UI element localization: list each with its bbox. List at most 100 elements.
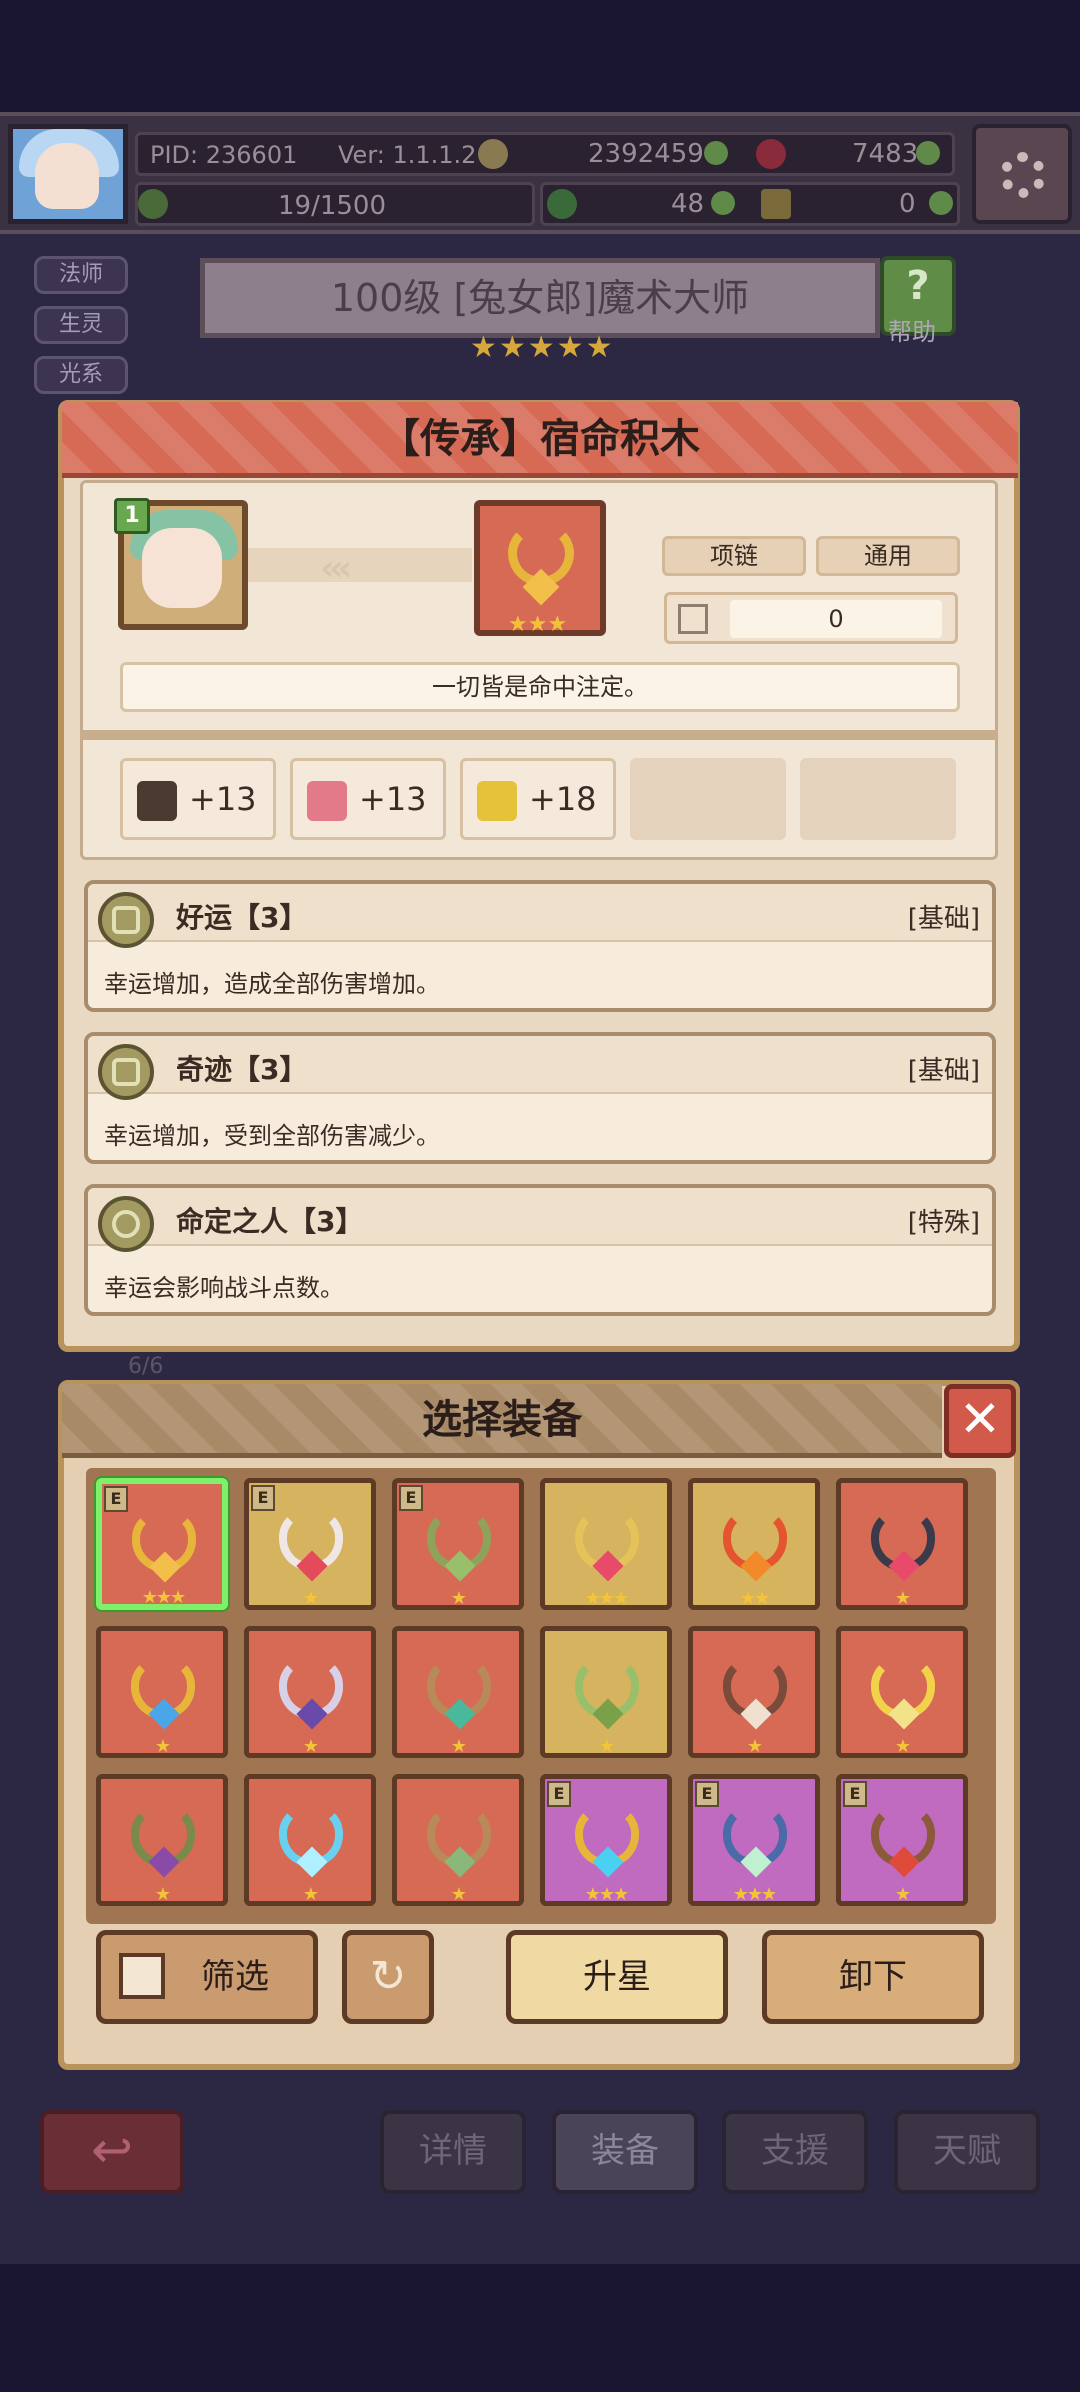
clover-plus-icon[interactable]: [704, 141, 728, 165]
stat-box-heart: +13: [290, 758, 446, 840]
item-stars: ★★★: [584, 1884, 629, 1905]
skill-tag: [基础]: [907, 904, 980, 934]
refresh-button[interactable]: ↻: [342, 1930, 434, 2024]
item-stars: ★: [598, 1736, 615, 1757]
equipment-slot[interactable]: ★: [244, 1774, 376, 1906]
equipment-slot[interactable]: ★: [688, 1626, 820, 1758]
equipment-grid-items: ★★★ E ★ E ★ E ★★★ ★★ ★ ★ ★ ★ ★ ★ ★ ★ ★ ★ ★★★ E ★★★ E ★ E: [96, 1478, 986, 1918]
item-stars: ★: [302, 1884, 319, 1905]
skill-name: 命定之人【3】: [176, 1205, 364, 1238]
skill-card: 奇迹【3】 [基础] 幸运增加，受到全部伤害减少。: [84, 1032, 996, 1164]
stat-value: +18: [529, 780, 597, 818]
item-stars: ★: [302, 1588, 319, 1609]
equipment-slot[interactable]: ★★: [688, 1478, 820, 1610]
help-label: 帮助: [888, 318, 936, 346]
clover-add-icon[interactable]: [711, 191, 735, 215]
skill-name: 好运【3】: [176, 901, 308, 934]
equipped-badge: E: [547, 1781, 571, 1807]
item-detail-title: 【传承】宿命积木: [62, 402, 1018, 478]
equipment-slot[interactable]: ★★★ E: [96, 1478, 228, 1610]
skill-desc: 幸运增加，造成全部伤害增加。: [104, 970, 440, 998]
character-level-badge: 1: [114, 498, 150, 534]
stat-box-empty: [630, 758, 786, 840]
item-stars: ★★: [739, 1588, 770, 1609]
shield-icon: [98, 892, 154, 948]
tab-support[interactable]: 支援: [722, 2110, 868, 2194]
equipment-slot[interactable]: ★: [392, 1774, 524, 1906]
stat-value: +13: [189, 780, 257, 818]
stat-box-clover: +18: [460, 758, 616, 840]
equipped-badge: E: [695, 1781, 719, 1807]
item-stars: ★: [894, 1588, 911, 1609]
equipment-slot[interactable]: ★ E: [244, 1478, 376, 1610]
tag-element: 光系: [34, 356, 128, 394]
four-leaf-icon: [547, 189, 577, 219]
player-avatar[interactable]: [8, 124, 128, 224]
tab-equipment[interactable]: 装备: [552, 2110, 698, 2194]
key-add-icon[interactable]: [929, 191, 953, 215]
item-stars: ★: [154, 1736, 171, 1757]
pid-text: PID: 236601: [150, 141, 298, 169]
equipment-slot[interactable]: ★ E: [392, 1478, 524, 1610]
hero-stars: ★★★★★: [470, 330, 615, 365]
item-stars: ★★★: [508, 612, 568, 637]
arrow-left-icon: ‹‹‹: [320, 548, 352, 589]
equipment-slot[interactable]: ★: [836, 1626, 968, 1758]
settings-button[interactable]: [972, 124, 1072, 224]
skill-name: 奇迹【3】: [176, 1053, 308, 1086]
gear-icon: [1000, 152, 1046, 198]
skill-tag: [基础]: [907, 1056, 980, 1086]
hidden-count: 6/6: [128, 1354, 164, 1379]
tab-talent[interactable]: 天赋: [894, 2110, 1040, 2194]
key-count: 0: [899, 189, 916, 219]
equipment-slot[interactable]: ★: [540, 1626, 672, 1758]
equipped-badge: E: [251, 1485, 275, 1511]
equipped-badge: E: [399, 1485, 423, 1511]
return-arrow-icon: ↩: [91, 2121, 133, 2179]
back-button[interactable]: ↩: [40, 2110, 184, 2194]
grid-icon: [678, 604, 708, 634]
close-button[interactable]: ✕: [944, 1384, 1016, 1458]
gem-icon: [756, 139, 786, 169]
key-icon: [761, 189, 791, 219]
clock-icon: [98, 1196, 154, 1252]
equipment-slot[interactable]: ★★★ E: [688, 1774, 820, 1906]
stat-box-book: +13: [120, 758, 276, 840]
equipped-badge: E: [843, 1781, 867, 1807]
plus-icon: [98, 1044, 154, 1100]
close-icon: ✕: [959, 1390, 1001, 1448]
stat-box-empty: [800, 758, 956, 840]
gem-plus-icon[interactable]: [916, 141, 940, 165]
equipment-slot[interactable]: ★: [392, 1626, 524, 1758]
divider: [80, 730, 998, 740]
exp-progress: 19/1500: [278, 191, 387, 221]
upgrade-star-button[interactable]: 升星: [506, 1930, 728, 2024]
item-stars: ★★★: [584, 1588, 629, 1609]
equipment-slot[interactable]: ★ E: [836, 1774, 968, 1906]
question-icon: ?: [906, 263, 930, 309]
stat-value: +13: [359, 780, 427, 818]
version-text: Ver: 1.1.1.2: [338, 141, 477, 169]
item-stars: ★: [894, 1736, 911, 1757]
equipment-slot[interactable]: ★: [96, 1626, 228, 1758]
unequip-button[interactable]: 卸下: [762, 1930, 984, 2024]
equipment-slot[interactable]: ★★★ E: [540, 1774, 672, 1906]
tag-race: 生灵: [34, 306, 128, 344]
filter-button[interactable]: 筛选: [96, 1930, 318, 2024]
item-stars: ★: [302, 1736, 319, 1757]
skill-desc: 幸运会影响战斗点数。: [104, 1274, 344, 1302]
transfer-track: [248, 548, 472, 582]
equipment-slot[interactable]: ★: [836, 1478, 968, 1610]
tab-details[interactable]: 详情: [380, 2110, 526, 2194]
equipment-slot[interactable]: ★: [244, 1626, 376, 1758]
item-stars: ★: [894, 1884, 911, 1905]
grid-icon: [119, 1953, 165, 1999]
tag-class: 法师: [34, 256, 128, 294]
equipment-slot[interactable]: ★★★: [540, 1478, 672, 1610]
gold-amount: 2392459: [588, 139, 704, 169]
gem-amount: 7483: [852, 139, 919, 169]
equipment-slot[interactable]: ★: [96, 1774, 228, 1906]
exp-bar: 19/1500: [135, 182, 535, 226]
resource-row: 48 0: [540, 182, 960, 226]
equipped-badge: E: [104, 1486, 128, 1512]
